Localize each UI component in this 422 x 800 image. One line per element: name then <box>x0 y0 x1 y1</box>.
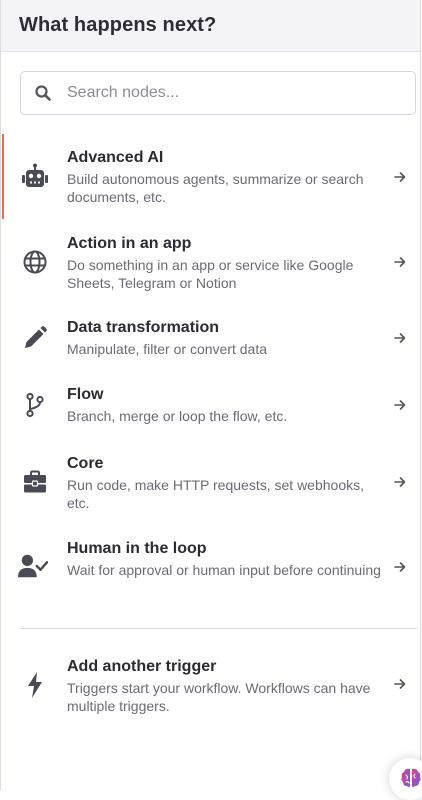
arrow-right-icon <box>392 169 408 185</box>
arrow-right-icon <box>392 397 408 413</box>
ai-assistant-button[interactable] <box>389 758 422 800</box>
category-action-in-an-app[interactable]: Action in an app Do something in an app … <box>2 220 420 305</box>
category-title: Human in the loop <box>67 540 207 557</box>
category-human-in-the-loop[interactable]: Human in the loop Wait for approval or h… <box>2 525 420 610</box>
toolbox-icon <box>20 467 50 497</box>
category-description: Build autonomous agents, summarize or se… <box>67 171 364 205</box>
add-another-trigger[interactable]: Add another trigger Triggers start your … <box>2 643 420 728</box>
globe-icon <box>20 247 50 277</box>
category-description: Manipulate, filter or convert data <box>67 341 267 357</box>
panel-title: What happens next? <box>19 14 217 36</box>
category-description: Do something in an app or service like G… <box>67 257 354 291</box>
category-data-transformation[interactable]: Data transformation Manipulate, filter o… <box>2 306 420 371</box>
arrow-right-icon <box>392 254 408 270</box>
category-title: Core <box>67 455 104 472</box>
panel-header: What happens next? <box>1 0 420 52</box>
category-flow[interactable]: Flow Branch, merge or loop the flow, etc… <box>2 373 420 438</box>
arrow-right-icon <box>392 330 408 346</box>
branch-icon <box>20 390 50 420</box>
category-description: Wait for approval or human input before … <box>67 562 381 578</box>
brain-icon <box>399 766 422 790</box>
search-input[interactable] <box>65 83 389 103</box>
category-title: Action in an app <box>67 235 192 252</box>
user-check-icon <box>18 551 48 581</box>
robot-icon <box>20 162 50 192</box>
node-creator-panel: What happens next? Search nodes... Advan… <box>0 0 421 790</box>
category-description: Branch, merge or loop the flow, etc. <box>67 408 288 424</box>
arrow-right-icon <box>392 676 408 692</box>
search-icon <box>34 84 52 102</box>
trigger-description: Triggers start your workflow. Workflows … <box>67 680 371 714</box>
search-box[interactable] <box>20 71 416 115</box>
category-title: Advanced AI <box>67 149 164 166</box>
divider <box>20 628 417 629</box>
category-description: Run code, make HTTP requests, set webhoo… <box>67 477 364 511</box>
category-advanced-ai[interactable]: Advanced AI Build autonomous agents, sum… <box>2 134 420 219</box>
category-core[interactable]: Core Run code, make HTTP requests, set w… <box>2 440 420 525</box>
bolt-icon <box>20 670 50 700</box>
category-title: Flow <box>67 386 104 403</box>
arrow-right-icon <box>392 559 408 575</box>
pen-icon <box>20 323 50 353</box>
arrow-right-icon <box>392 474 408 490</box>
trigger-title: Add another trigger <box>67 658 217 675</box>
category-title: Data transformation <box>67 319 220 336</box>
